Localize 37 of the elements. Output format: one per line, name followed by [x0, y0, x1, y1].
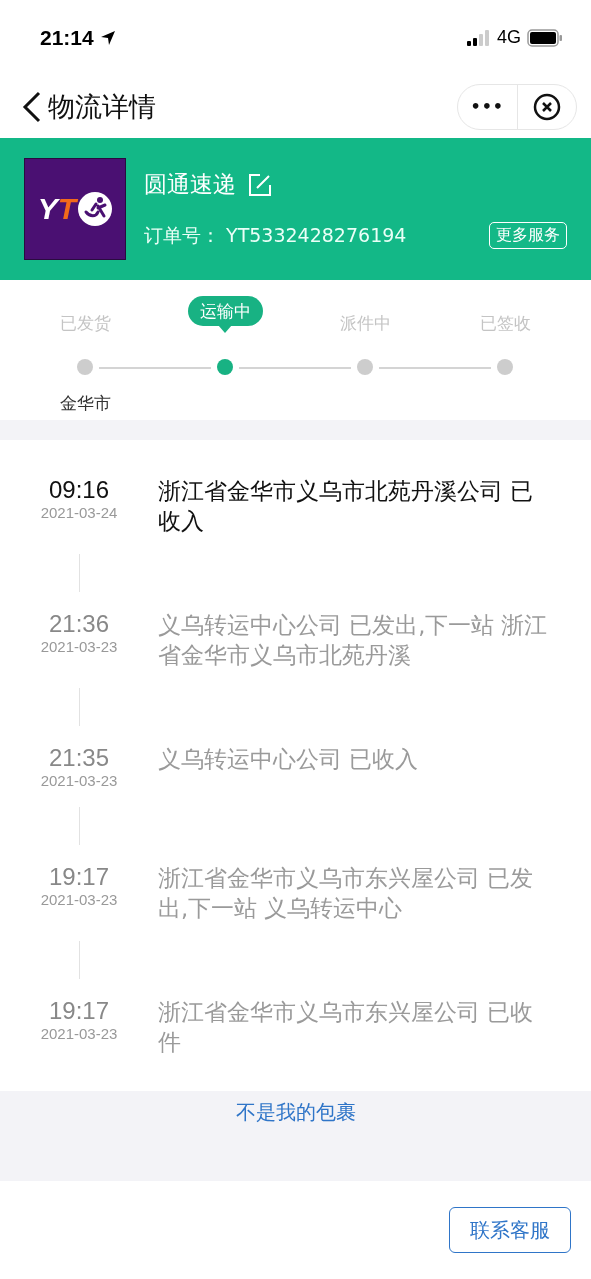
edit-icon[interactable]: [248, 172, 272, 197]
event-date: 2021-03-24: [40, 504, 118, 521]
badge-pointer-icon: [218, 325, 232, 333]
back-icon[interactable]: [22, 90, 42, 123]
not-my-package-link[interactable]: 不是我的包裹: [235, 1099, 356, 1127]
logo-letters: YT: [37, 192, 77, 226]
event-description: 浙江省金华市义乌市东兴屋公司 已收件: [158, 998, 535, 1057]
more-services-button[interactable]: 更多服务: [489, 222, 567, 249]
event-time: 21:36: [48, 610, 110, 638]
network-label: 4G: [497, 27, 521, 48]
event-description: 浙江省金华市义乌市北苑丹溪公司 已收入: [158, 477, 535, 536]
event-time: 09:16: [48, 476, 110, 504]
status-time: 21:14: [40, 25, 94, 50]
contact-service-button[interactable]: 联系客服: [449, 1207, 571, 1253]
location-arrow-icon: [99, 29, 116, 46]
event-date: 2021-03-23: [40, 1025, 118, 1042]
close-icon: [532, 92, 561, 121]
event-time: 19:17: [48, 863, 110, 891]
event-time: 19:17: [48, 997, 110, 1025]
event-time: 21:35: [48, 744, 110, 772]
runner-icon: [78, 192, 113, 226]
order-number: 订单号： YT5332428276194: [144, 222, 407, 248]
event-date: 2021-03-23: [40, 891, 118, 908]
step-label: 派件中: [339, 311, 391, 335]
event-description: 义乌转运中心公司 已收入: [158, 745, 420, 774]
step-label: 已发货: [59, 311, 111, 335]
battery-icon: [527, 28, 563, 47]
page-title: 物流详情: [48, 89, 156, 124]
event-date: 2021-03-23: [40, 638, 118, 655]
step-label: 已签收: [479, 311, 531, 335]
carrier-name: 圆通速递: [144, 170, 236, 199]
event-description: 浙江省金华市义乌市东兴屋公司 已发出,下一站 义乌转运中心: [158, 864, 535, 923]
more-button[interactable]: •••: [458, 84, 518, 129]
event-description: 义乌转运中心公司 已发出,下一站 浙江省金华市义乌市北苑丹溪: [158, 611, 549, 670]
step-location: 金华市: [59, 392, 111, 415]
event-date: 2021-03-23: [40, 772, 118, 789]
signal-icon: [467, 29, 491, 46]
